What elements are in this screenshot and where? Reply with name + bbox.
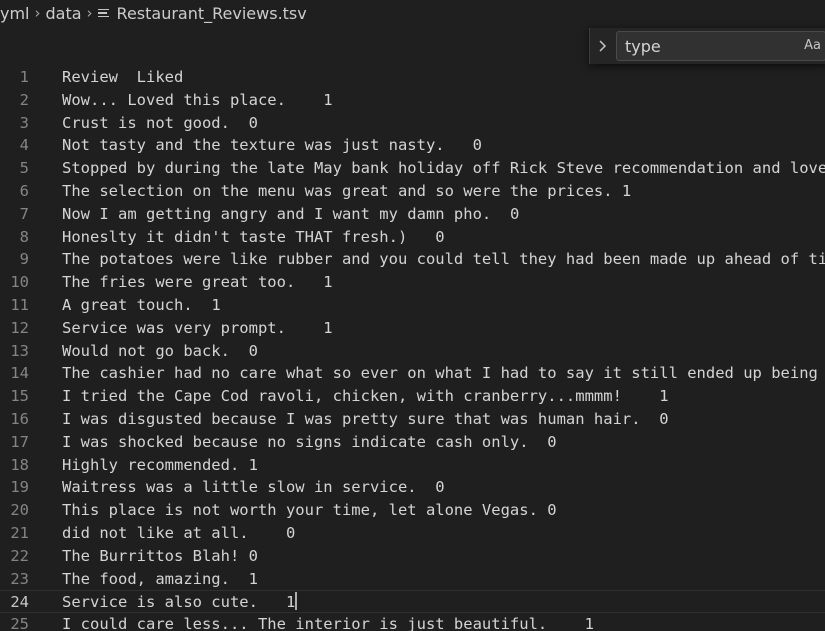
code-line[interactable]: 14 The cashier had no care what so ever o… <box>0 362 825 385</box>
text-cursor <box>295 592 298 611</box>
code-line[interactable]: 11 A great touch. 1 <box>0 294 825 317</box>
code-line[interactable]: 5 Stopped by during the late May bank hol… <box>0 157 825 180</box>
code-line[interactable]: 6 The selection on the menu was great and… <box>0 180 825 203</box>
line-text[interactable]: The cashier had no care what so ever on … <box>62 362 825 385</box>
code-line[interactable]: 17 I was shocked because no signs indicat… <box>0 431 825 454</box>
breadcrumb-segment-data[interactable]: data <box>46 4 82 23</box>
code-line[interactable]: 21 did not like at all. 0 <box>0 522 825 545</box>
chevron-right-icon: › <box>86 4 93 22</box>
code-line[interactable]: 24 Service is also cute. 1 <box>0 590 825 614</box>
find-input[interactable] <box>625 36 795 56</box>
line-text[interactable]: Review Liked <box>62 66 183 89</box>
code-line[interactable]: 13 Would not go back. 0 <box>0 340 825 363</box>
toggle-replace-button[interactable] <box>590 28 616 64</box>
line-number: 25 <box>10 615 29 631</box>
breadcrumb: yml › data › Restaurant_Reviews.tsv <box>0 0 825 26</box>
line-number: 8 <box>19 227 29 246</box>
code-line[interactable]: 2 Wow... Loved this place. 1 <box>0 89 825 112</box>
code-line[interactable]: 7 Now I am getting angry and I want my da… <box>0 203 825 226</box>
line-text[interactable]: Waitress was a little slow in service. 0 <box>62 476 445 499</box>
line-number: 14 <box>10 364 29 383</box>
code-line[interactable]: 16 I was disgusted because I was pretty s… <box>0 408 825 431</box>
line-number: 17 <box>10 432 29 451</box>
chevron-right-icon <box>599 40 607 52</box>
code-line[interactable]: 3 Crust is not good. 0 <box>0 112 825 135</box>
line-number: 19 <box>10 478 29 497</box>
find-input-box: Aa <box>616 31 825 61</box>
line-text[interactable]: Not tasty and the texture was just nasty… <box>62 134 482 157</box>
line-text[interactable]: The fries were great too. 1 <box>62 271 333 294</box>
code-line[interactable]: 23 The food, amazing. 1 <box>0 568 825 591</box>
editor-window: yml › data › Restaurant_Reviews.tsv Aa 1… <box>0 0 825 631</box>
line-text[interactable]: I tried the Cape Cod ravoli, chicken, wi… <box>62 385 669 408</box>
line-text[interactable]: did not like at all. 0 <box>62 522 295 545</box>
line-number: 23 <box>10 569 29 588</box>
line-text[interactable]: I was shocked because no signs indicate … <box>62 431 557 454</box>
line-text[interactable]: Now I am getting angry and I want my dam… <box>62 203 519 226</box>
line-number: 20 <box>10 501 29 520</box>
line-text[interactable]: The food, amazing. 1 <box>62 568 258 591</box>
line-number: 9 <box>19 250 29 269</box>
line-text[interactable]: The Burrittos Blah! 0 <box>62 545 258 568</box>
line-text[interactable]: Highly recommended. 1 <box>62 454 258 477</box>
code-line[interactable]: 18 Highly recommended. 1 <box>0 454 825 477</box>
code-line[interactable]: 4 Not tasty and the texture was just nast… <box>0 134 825 157</box>
file-lines-icon <box>97 8 109 19</box>
line-text[interactable]: Crust is not good. 0 <box>62 112 258 135</box>
code-area[interactable]: 1 Review Liked 2 Wow... Loved this place. 1… <box>0 66 825 631</box>
line-number: 12 <box>10 318 29 337</box>
code-line[interactable]: 19 Waitress was a little slow in service.… <box>0 476 825 499</box>
line-text[interactable]: Honeslty it didn't taste THAT fresh.) 0 <box>62 226 445 249</box>
line-text[interactable]: The potatoes were like rubber and you co… <box>62 248 825 271</box>
line-text[interactable]: Service is also cute. 1 <box>62 591 298 614</box>
line-number: 11 <box>10 295 29 314</box>
code-line[interactable]: 22 The Burrittos Blah! 0 <box>0 545 825 568</box>
line-number: 5 <box>19 159 29 178</box>
line-number: 22 <box>10 546 29 565</box>
line-number: 18 <box>10 455 29 474</box>
line-number: 4 <box>19 136 29 155</box>
line-text[interactable]: A great touch. 1 <box>62 294 221 317</box>
line-text[interactable]: Wow... Loved this place. 1 <box>62 89 333 112</box>
code-line[interactable]: 12 Service was very prompt. 1 <box>0 317 825 340</box>
line-text[interactable]: Service was very prompt. 1 <box>62 317 333 340</box>
line-number: 6 <box>19 181 29 200</box>
line-number: 24 <box>10 593 29 612</box>
line-number: 15 <box>10 387 29 406</box>
line-number: 13 <box>10 341 29 360</box>
code-line[interactable]: 8 Honeslty it didn't taste THAT fresh.) 0 <box>0 226 825 249</box>
line-text[interactable]: The selection on the menu was great and … <box>62 180 631 203</box>
code-line[interactable]: 25 I could care less... The interior is j… <box>0 613 825 631</box>
line-text[interactable]: This place is not worth your time, let a… <box>62 499 557 522</box>
line-number: 21 <box>10 523 29 542</box>
line-number: 1 <box>19 68 29 86</box>
code-line[interactable]: 10 The fries were great too. 1 <box>0 271 825 294</box>
code-line[interactable]: 15 I tried the Cape Cod ravoli, chicken, … <box>0 385 825 408</box>
line-text[interactable]: Stopped by during the late May bank holi… <box>62 157 825 180</box>
line-number: 3 <box>19 113 29 132</box>
line-number: 10 <box>10 273 29 292</box>
line-text[interactable]: Would not go back. 0 <box>62 340 258 363</box>
code-line[interactable]: 9 The potatoes were like rubber and you c… <box>0 248 825 271</box>
code-line[interactable]: 20 This place is not worth your time, let… <box>0 499 825 522</box>
breadcrumb-file[interactable]: Restaurant_Reviews.tsv <box>117 4 307 23</box>
line-text[interactable]: I was disgusted because I was pretty sur… <box>62 408 669 431</box>
code-line[interactable]: 1 Review Liked <box>0 66 825 89</box>
find-widget: Aa <box>589 28 825 64</box>
match-case-button[interactable]: Aa <box>804 38 821 53</box>
breadcrumb-segment-yml[interactable]: yml <box>0 4 30 23</box>
line-number: 2 <box>19 90 29 109</box>
chevron-right-icon: › <box>34 4 41 22</box>
line-number: 16 <box>10 409 29 428</box>
line-text[interactable]: I could care less... The interior is jus… <box>62 613 594 631</box>
line-number: 7 <box>19 204 29 223</box>
